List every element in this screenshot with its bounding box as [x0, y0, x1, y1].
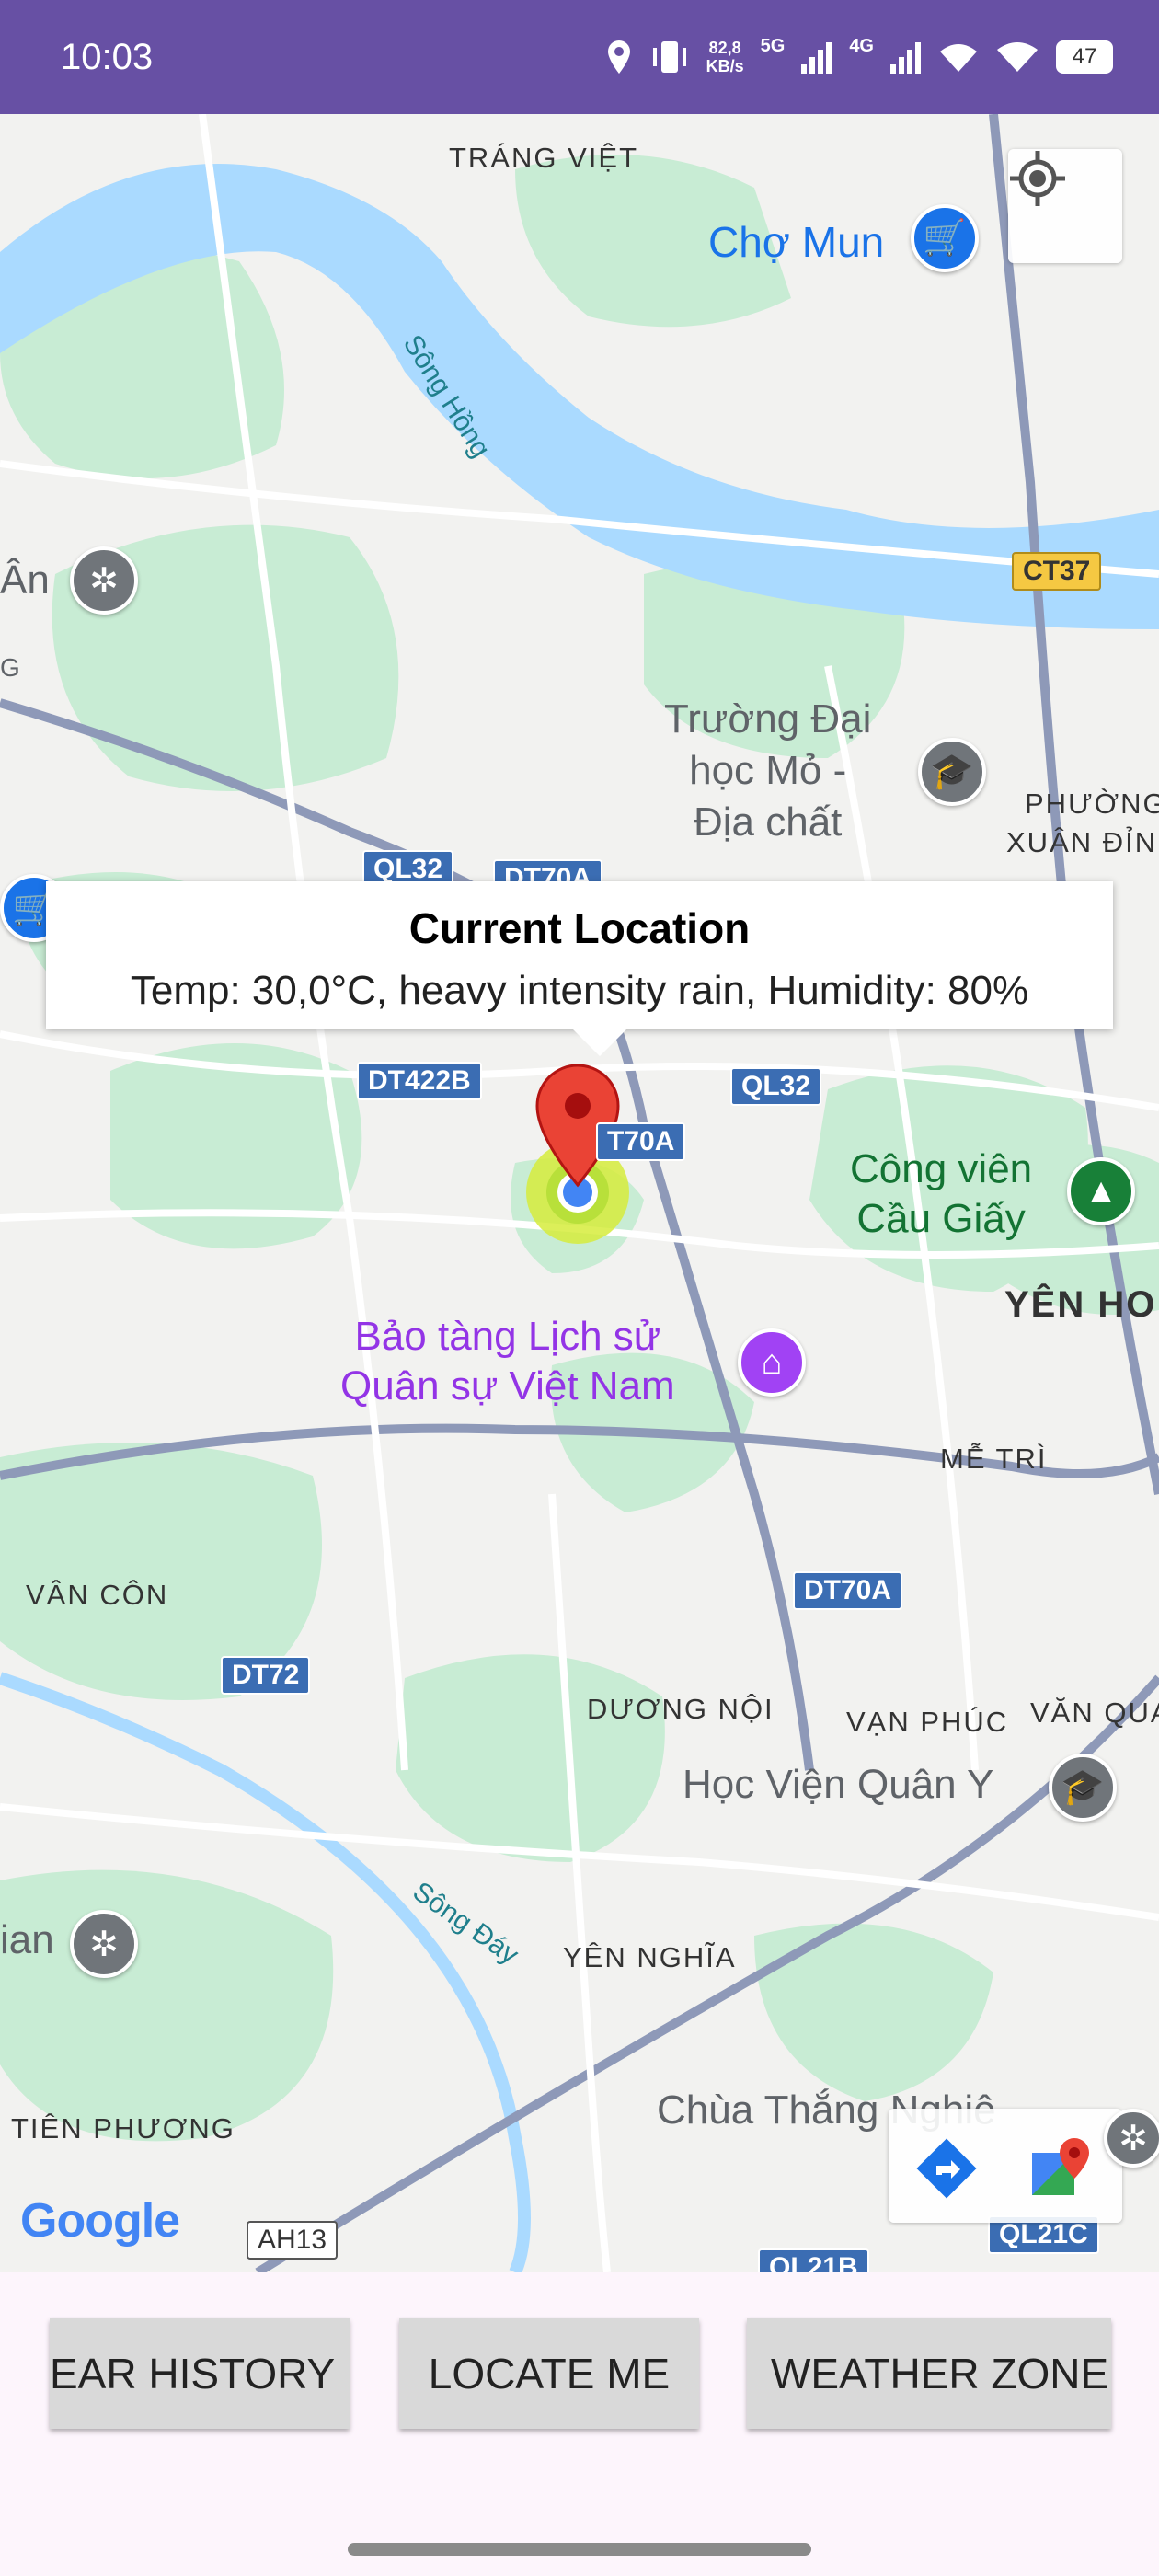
status-bar: 10:03 82,8 KB/s 5G 4G 47 — [0, 0, 1159, 114]
network-5g-label: 5G — [760, 35, 786, 56]
park-icon[interactable]: ▲ — [1067, 1157, 1135, 1225]
poi-label-bao-tang[interactable]: Bảo tàng Lịch sử Quân sự Việt Nam — [340, 1312, 675, 1411]
info-window-title: Current Location — [408, 904, 751, 952]
road-shield: QL21B — [758, 2248, 869, 2272]
road-shield: DT72 — [221, 1656, 311, 1695]
status-icons: 82,8 KB/s 5G 4G 47 — [605, 31, 1113, 83]
battery-icon: 47 — [1056, 40, 1113, 74]
place-label: TRÁNG VIỆT — [449, 142, 639, 174]
info-window[interactable]: Current Location Temp: 30,0°C, heavy int… — [46, 881, 1113, 1056]
place-label: G — [0, 653, 20, 682]
crosshair-icon — [1010, 151, 1065, 206]
home-indicator[interactable] — [348, 2543, 811, 2556]
ship-wheel-icon[interactable]: ✲ — [1104, 2109, 1159, 2168]
signal-icon — [890, 42, 921, 74]
school-icon[interactable]: 🎓 — [918, 738, 986, 806]
place-label: VẠN PHÚC — [846, 1706, 1009, 1738]
map-toolbar — [889, 2109, 1122, 2223]
museum-icon[interactable]: ⌂ — [738, 1328, 806, 1397]
wifi-icon — [997, 42, 1038, 72]
place-label: TIÊN PHƯƠNG — [11, 2112, 235, 2145]
place-label: ian — [0, 1917, 54, 1962]
info-window-body: Temp: 30,0°C, heavy intensity rain, Humi… — [130, 968, 1029, 1013]
wifi-calling-icon — [940, 44, 977, 72]
place-label: YÊN NGHĨA — [563, 1941, 737, 1973]
poi-label-hoc-vien[interactable]: Học Viện Quân Y — [683, 1759, 993, 1811]
road-shield: DT422B — [357, 1062, 482, 1100]
shopping-cart-icon[interactable]: 🛒 — [911, 204, 979, 272]
poi-label-truong-dai-hoc[interactable]: Trường Đại học Mỏ - Địa chất — [664, 694, 871, 848]
google-logo: Google — [20, 2194, 180, 2248]
weather-zone-button[interactable]: WEATHER ZONE — [747, 2318, 1111, 2429]
vibrate-icon — [652, 41, 686, 73]
place-label: VĂN QUA — [1030, 1696, 1159, 1729]
net-speed: 82,8 KB/s — [706, 39, 744, 75]
place-label: Ân — [0, 558, 50, 603]
ship-wheel-icon[interactable]: ✲ — [70, 546, 138, 615]
location-icon — [607, 40, 630, 74]
map-view[interactable]: TRÁNG VIỆT PHƯỜNG XUÂN ĐỈN YÊN HO MỄ TRÌ… — [0, 114, 1159, 2272]
signal-icon — [801, 42, 832, 74]
bottom-bar: EAR HISTORY LOCATE ME WEATHER ZONE — [0, 2272, 1159, 2576]
my-location-button[interactable] — [1008, 149, 1122, 263]
place-label: MỄ TRÌ — [940, 1443, 1048, 1475]
place-label: VÂN CÔN — [26, 1579, 169, 1611]
network-4g-label: 4G — [849, 35, 874, 56]
place-label: YÊN HO — [1004, 1284, 1157, 1325]
directions-icon[interactable] — [916, 2138, 977, 2199]
poi-label-cong-vien[interactable]: Công viên Cầu Giấy — [850, 1144, 1032, 1244]
road-shield: T70A — [596, 1122, 686, 1161]
place-label: PHƯỜNG — [1025, 788, 1159, 820]
road-shield: DT70A — [793, 1571, 903, 1610]
poi-label-cho-mun[interactable]: Chợ Mun — [708, 217, 884, 267]
google-maps-icon[interactable] — [1027, 2134, 1093, 2201]
road-shield: QL32 — [730, 1067, 822, 1106]
status-time: 10:03 — [61, 37, 154, 77]
locate-me-button[interactable]: LOCATE ME — [399, 2318, 699, 2429]
ship-wheel-icon[interactable]: ✲ — [70, 1910, 138, 1978]
road-shield: AH13 — [247, 2221, 339, 2260]
road-shield: CT37 — [1012, 552, 1102, 591]
clear-history-button[interactable]: EAR HISTORY — [50, 2318, 350, 2429]
place-label: XUÂN ĐỈN — [1006, 826, 1158, 858]
school-icon[interactable]: 🎓 — [1049, 1754, 1117, 1822]
place-label: DƯƠNG NỘI — [587, 1693, 775, 1725]
